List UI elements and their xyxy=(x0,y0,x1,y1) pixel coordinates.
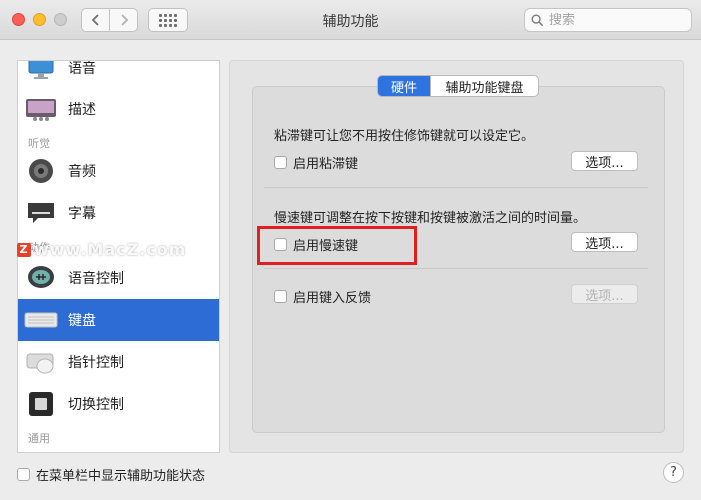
speaker-icon xyxy=(24,156,58,186)
search-input[interactable] xyxy=(549,12,679,28)
slow-keys-options-button[interactable]: 选项... xyxy=(571,232,638,252)
help-button[interactable]: ? xyxy=(663,462,684,483)
sticky-keys-label: 启用粘滞键 xyxy=(293,157,359,172)
slow-keys-checkbox[interactable] xyxy=(274,238,287,251)
key-feedback-row[interactable]: 启用键入反馈 xyxy=(274,287,371,306)
category-hearing: 听觉 xyxy=(28,137,50,150)
key-feedback-label: 启用键入反馈 xyxy=(293,291,372,306)
search-field[interactable] xyxy=(524,8,692,32)
sidebar-item-label: 切换控制 xyxy=(68,397,124,413)
keyboard-icon xyxy=(24,305,58,335)
chevron-left-icon xyxy=(91,14,99,26)
divider xyxy=(264,187,648,188)
key-feedback-options-button: 选项... xyxy=(571,284,638,304)
sidebar-item-label: 指针控制 xyxy=(68,355,124,371)
captions-icon xyxy=(24,198,58,228)
sticky-keys-options-button[interactable]: 选项... xyxy=(571,151,638,171)
tab-accessibility-keyboard[interactable]: 辅助功能键盘 xyxy=(430,76,538,96)
pointer-control-icon xyxy=(24,347,58,377)
sidebar-item-label: 语音控制 xyxy=(68,271,124,287)
menu-status-label: 在菜单栏中显示辅助功能状态 xyxy=(36,469,206,484)
voice-control-icon xyxy=(24,263,58,293)
sidebar-item-label: 键盘 xyxy=(68,313,96,329)
sticky-keys-description: 粘滞键可让您不用按住修饰键就可以设定它。 xyxy=(274,129,535,144)
tab-hardware[interactable]: 硬件 xyxy=(378,76,430,96)
sidebar-item-pointer-control[interactable]: 指针控制 xyxy=(18,341,219,383)
sidebar-item-description[interactable]: 描述 xyxy=(18,88,219,130)
sidebar-item-voice-control[interactable]: 语音控制 xyxy=(18,257,219,299)
key-feedback-checkbox[interactable] xyxy=(274,290,287,303)
category-general: 通用 xyxy=(28,432,50,445)
slow-keys-row[interactable]: 启用慢速键 xyxy=(274,235,358,254)
chevron-right-icon xyxy=(120,14,128,26)
search-icon xyxy=(531,14,544,26)
keyboard-preferences-panel: 硬件 辅助功能键盘 xyxy=(229,60,684,453)
sidebar-item-switch-control[interactable]: 切换控制 xyxy=(18,383,219,425)
divider xyxy=(264,268,648,269)
slow-keys-label: 启用慢速键 xyxy=(293,239,359,254)
sticky-keys-checkbox[interactable] xyxy=(274,156,287,169)
zoom-window-button[interactable] xyxy=(54,13,67,26)
sidebar-item-label: 音频 xyxy=(68,164,96,180)
sidebar-item-speech[interactable]: 语音 xyxy=(18,61,219,89)
close-window-button[interactable] xyxy=(12,13,25,26)
speech-monitor-icon xyxy=(24,61,58,83)
menu-status-checkbox[interactable] xyxy=(17,468,30,481)
back-button[interactable] xyxy=(81,8,110,32)
switch-control-icon xyxy=(24,389,58,419)
minimize-window-button[interactable] xyxy=(33,13,46,26)
sticky-keys-row[interactable]: 启用粘滞键 xyxy=(274,153,358,172)
tab-bar: 硬件 辅助功能键盘 xyxy=(377,75,539,97)
grid-icon xyxy=(159,13,177,27)
sidebar-item-label: 字幕 xyxy=(68,206,96,222)
sidebar-item-captions[interactable]: 字幕 xyxy=(18,192,219,234)
menu-status-row[interactable]: 在菜单栏中显示辅助功能状态 xyxy=(17,465,205,484)
forward-button[interactable] xyxy=(109,8,138,32)
show-all-button[interactable] xyxy=(148,8,188,32)
sidebar-item-label: 描述 xyxy=(68,102,96,118)
category-motor: 动作 xyxy=(28,241,50,254)
sidebar-item-audio[interactable]: 音频 xyxy=(18,150,219,192)
description-icon xyxy=(24,94,58,124)
sidebar-item-keyboard[interactable]: 键盘 xyxy=(18,299,219,341)
title-bar: 辅助功能 xyxy=(0,0,701,40)
sidebar-item-label: 语音 xyxy=(68,61,96,77)
sidebar: 语音 描述 听觉 音频 字幕 动作 语音控制 键盘 指针控制 切换控制 通用 xyxy=(17,60,220,453)
slow-keys-description: 慢速键可调整在按下按键和按键被激活之间的时间量。 xyxy=(274,211,587,226)
